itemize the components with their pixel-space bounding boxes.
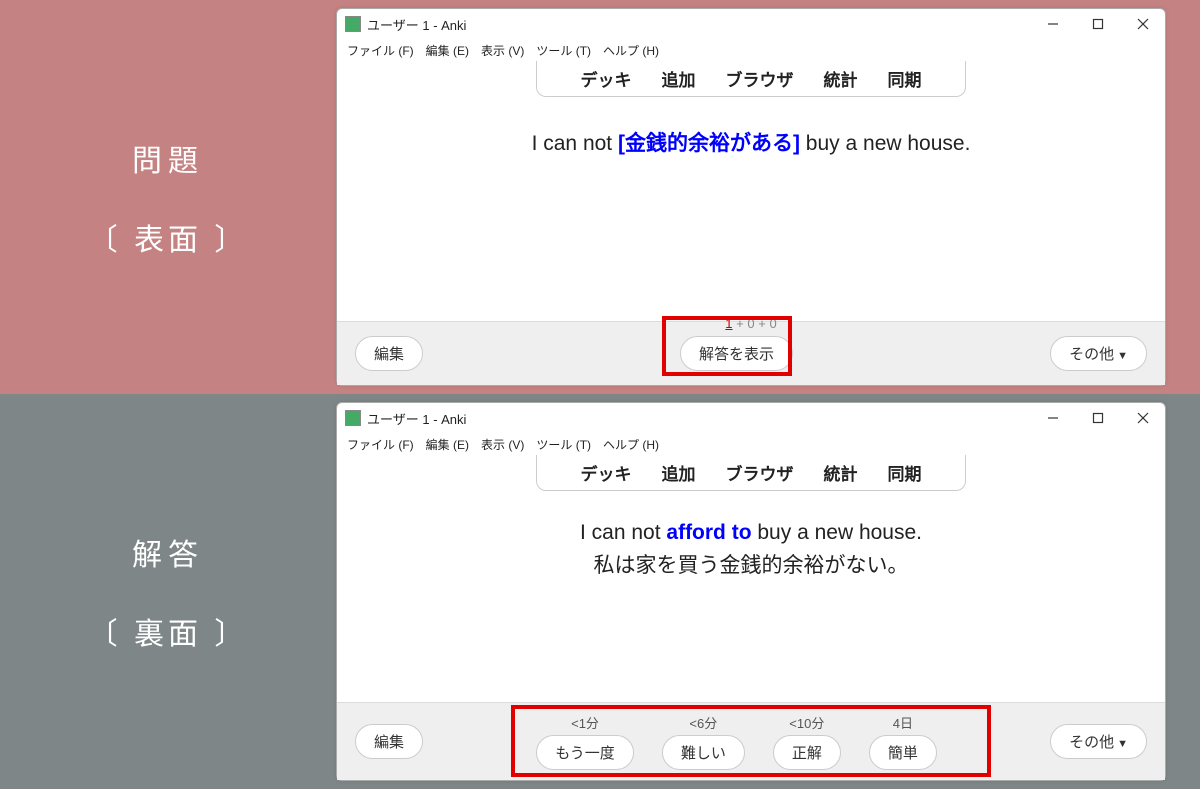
highlight-box-show-answer: [662, 316, 792, 376]
anki-window-back: ユーザー 1 - Anki ファイル (F) 編集 (E) 表示 (V) ツール…: [336, 402, 1166, 781]
toolbar-stats[interactable]: 統計: [824, 66, 858, 91]
menu-file[interactable]: ファイル (F): [345, 436, 416, 453]
bottombar-back: 編集 <1分 もう一度 <6分 難しい <10分 正解 4日 簡単: [337, 702, 1165, 780]
back-post: buy a new house.: [752, 521, 922, 544]
titlebar-back: ユーザー 1 - Anki: [337, 403, 1165, 433]
edit-button[interactable]: 編集: [355, 724, 423, 759]
card-back-content: I can not afford to buy a new house. 私は家…: [337, 491, 1165, 702]
app-icon: [345, 16, 361, 32]
menu-view[interactable]: 表示 (V): [479, 42, 526, 59]
front-cloze: [金銭的余裕がある]: [618, 132, 800, 155]
side-label-front: 問題 〔 表面 〕: [0, 0, 336, 394]
menu-edit[interactable]: 編集 (E): [424, 42, 471, 59]
toolbar-browser[interactable]: ブラウザ: [726, 460, 794, 485]
other-button[interactable]: その他: [1050, 724, 1147, 759]
close-button[interactable]: [1120, 9, 1165, 39]
toolbar-sync[interactable]: 同期: [888, 460, 922, 485]
main-toolbar-back: デッキ 追加 ブラウザ 統計 同期: [536, 455, 966, 491]
menubar: ファイル (F) 編集 (E) 表示 (V) ツール (T) ヘルプ (H): [337, 39, 1165, 61]
window-title: ユーザー 1 - Anki: [367, 15, 1030, 34]
side-label-title: 問題: [132, 136, 204, 180]
card-back-translation: 私は家を買う金銭的余裕がない。: [594, 549, 909, 579]
anki-window-front: ユーザー 1 - Anki ファイル (F) 編集 (E) 表示 (V) ツール…: [336, 8, 1166, 386]
menu-help[interactable]: ヘルプ (H): [601, 436, 661, 453]
card-back-sentence: I can not afford to buy a new house.: [580, 521, 922, 545]
window-controls: [1030, 9, 1165, 39]
toolbar-deck[interactable]: デッキ: [581, 460, 632, 485]
titlebar: ユーザー 1 - Anki: [337, 9, 1165, 39]
answer-options: <1分 もう一度 <6分 難しい <10分 正解 4日 簡単: [536, 713, 937, 770]
menu-edit[interactable]: 編集 (E): [424, 436, 471, 453]
toolbar-add[interactable]: 追加: [662, 66, 696, 91]
side-label-sub: 〔 表面 〕: [88, 215, 249, 259]
app-icon: [345, 410, 361, 426]
toolbar-browser[interactable]: ブラウザ: [726, 66, 794, 91]
card-front-content: I can not [金銭的余裕がある] buy a new house.: [337, 97, 1165, 321]
menu-view[interactable]: 表示 (V): [479, 436, 526, 453]
side-label-title-back: 解答: [132, 530, 204, 574]
edit-button[interactable]: 編集: [355, 336, 423, 371]
toolbar-deck[interactable]: デッキ: [581, 66, 632, 91]
window-title-back: ユーザー 1 - Anki: [367, 409, 1030, 428]
back-answer: afford to: [666, 521, 751, 544]
main-toolbar: デッキ 追加 ブラウザ 統計 同期: [536, 61, 966, 97]
minimize-button[interactable]: [1030, 403, 1075, 433]
toolbar-stats[interactable]: 統計: [824, 460, 858, 485]
menu-tools[interactable]: ツール (T): [534, 42, 593, 59]
card-front-sentence: I can not [金銭的余裕がある] buy a new house.: [532, 127, 971, 157]
front-post: buy a new house.: [800, 132, 970, 155]
highlight-box-answers: [511, 705, 991, 777]
minimize-button[interactable]: [1030, 9, 1075, 39]
menu-help[interactable]: ヘルプ (H): [601, 42, 661, 59]
front-pre: I can not: [532, 132, 618, 155]
side-label-sub-back: 〔 裏面 〕: [88, 609, 249, 653]
toolbar-add[interactable]: 追加: [662, 460, 696, 485]
menu-file[interactable]: ファイル (F): [345, 42, 416, 59]
menubar-back: ファイル (F) 編集 (E) 表示 (V) ツール (T) ヘルプ (H): [337, 433, 1165, 455]
maximize-button[interactable]: [1075, 9, 1120, 39]
window-controls-back: [1030, 403, 1165, 433]
bottombar-front: 1 + 0 + 0 編集 解答を表示 その他: [337, 321, 1165, 385]
other-button[interactable]: その他: [1050, 336, 1147, 371]
close-button[interactable]: [1120, 403, 1165, 433]
maximize-button[interactable]: [1075, 403, 1120, 433]
side-label-back: 解答 〔 裏面 〕: [0, 394, 336, 789]
back-pre: I can not: [580, 521, 666, 544]
toolbar-sync[interactable]: 同期: [888, 66, 922, 91]
menu-tools[interactable]: ツール (T): [534, 436, 593, 453]
